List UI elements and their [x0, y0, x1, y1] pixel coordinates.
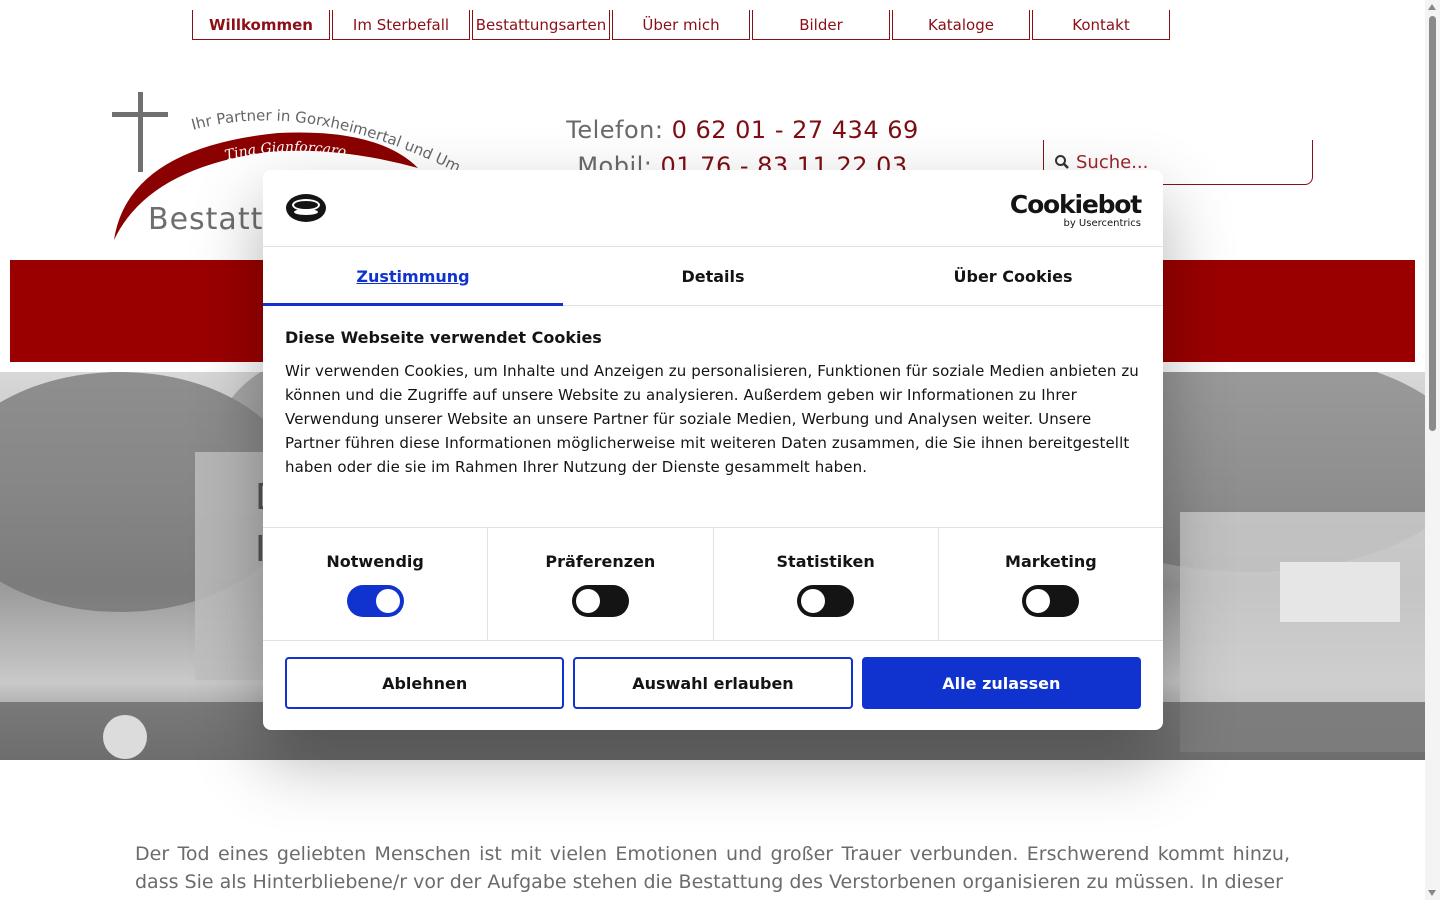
- page-scrollbar[interactable]: [1425, 0, 1440, 900]
- phone-number[interactable]: 0 62 01 - 27 434 69: [672, 116, 919, 144]
- cookie-dialog-text: Wir verwenden Cookies, um Inhalte und An…: [285, 362, 1139, 476]
- toggle-praeferenzen[interactable]: [571, 585, 629, 617]
- toggle-knob: [575, 589, 600, 613]
- scroll-up-icon[interactable]: [1428, 4, 1436, 10]
- nav-item-willkommen[interactable]: Willkommen: [192, 10, 330, 40]
- toggle-statistiken[interactable]: [797, 585, 855, 617]
- cookie-dialog-body: Diese Webseite verwendet Cookies Wir ver…: [263, 306, 1163, 528]
- toggle-group-praeferenzen: Präferenzen: [488, 528, 714, 640]
- cookie-dialog-header: Cookiebot by Usercentrics: [263, 170, 1163, 247]
- cookie-category-toggles: Notwendig Präferenzen Statistiken Market…: [263, 528, 1163, 641]
- tab-zustimmung[interactable]: Zustimmung: [263, 247, 563, 306]
- tab-ueber-cookies[interactable]: Über Cookies: [863, 247, 1163, 305]
- phone-label: Telefon:: [566, 116, 664, 144]
- toggle-notwendig[interactable]: [346, 585, 404, 617]
- cookie-consent-dialog: Cookiebot by Usercentrics Zustimmung Det…: [263, 170, 1163, 730]
- toggle-knob: [375, 589, 400, 613]
- search-icon[interactable]: [1054, 154, 1070, 170]
- scroll-down-icon[interactable]: [1428, 890, 1436, 896]
- cookiebot-brand[interactable]: Cookiebot by Usercentrics: [1009, 190, 1142, 230]
- top-navigation: Willkommen Im Sterbefall Bestattungsarte…: [192, 10, 1170, 40]
- toggle-group-statistiken: Statistiken: [714, 528, 939, 640]
- nav-item-im-sterbefall[interactable]: Im Sterbefall: [332, 10, 470, 40]
- toggle-group-marketing: Marketing: [939, 528, 1163, 640]
- cross-icon: [138, 92, 143, 172]
- nav-item-kontakt[interactable]: Kontakt: [1032, 10, 1170, 40]
- toggle-group-notwendig: Notwendig: [263, 528, 489, 640]
- allow-selection-button[interactable]: Auswahl erlauben: [573, 657, 853, 709]
- nav-item-ueber-mich[interactable]: Über mich: [612, 10, 750, 40]
- cookiebot-brand-sub: by Usercentrics: [1063, 218, 1141, 229]
- allow-all-button[interactable]: Alle zulassen: [861, 657, 1141, 709]
- decline-button[interactable]: Ablehnen: [285, 657, 565, 709]
- nav-item-bestattungsarten[interactable]: Bestattungsarten: [472, 10, 610, 40]
- cookie-dialog-buttons: Ablehnen Auswahl erlauben Alle zulassen: [263, 641, 1163, 725]
- toggle-label-statistiken: Statistiken: [776, 552, 875, 571]
- tab-details[interactable]: Details: [563, 247, 863, 305]
- toggle-knob: [1026, 589, 1051, 613]
- toggle-label-notwendig: Notwendig: [326, 552, 424, 571]
- toggle-label-praeferenzen: Präferenzen: [545, 552, 656, 571]
- cookie-tabs: Zustimmung Details Über Cookies: [263, 247, 1163, 306]
- phone-line: Telefon: 0 62 01 - 27 434 69: [560, 112, 925, 148]
- toggle-knob: [801, 589, 826, 613]
- scrollbar-thumb[interactable]: [1429, 16, 1436, 431]
- toggle-marketing[interactable]: [1022, 585, 1080, 617]
- toggle-label-marketing: Marketing: [1005, 552, 1097, 571]
- intro-paragraph: Der Tod eines geliebten Menschen ist mit…: [135, 843, 1290, 893]
- nav-item-kataloge[interactable]: Kataloge: [892, 10, 1030, 40]
- cookie-dialog-title: Diese Webseite verwendet Cookies: [285, 328, 602, 347]
- cookiebot-brand-name: Cookiebot: [1009, 190, 1142, 219]
- cookiebot-mark-icon: [286, 194, 326, 222]
- nav-item-bilder[interactable]: Bilder: [752, 10, 890, 40]
